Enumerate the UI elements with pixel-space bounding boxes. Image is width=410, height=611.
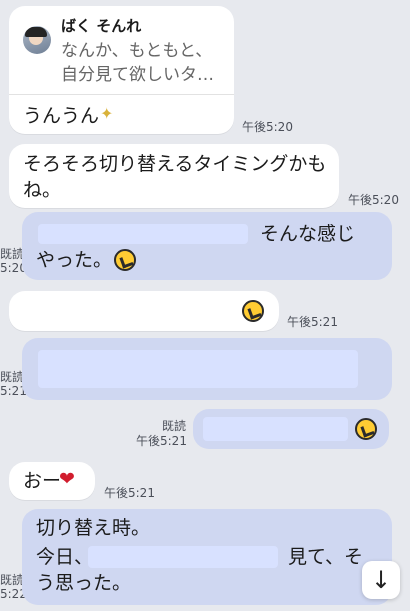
message-text: うんうん bbox=[23, 105, 100, 127]
message-line1: そろそろ切り替えるタイミングかも bbox=[23, 153, 327, 175]
redacted-text bbox=[38, 224, 248, 244]
message-line2-end: 見て、そ bbox=[288, 546, 364, 568]
outgoing-message-bubble[interactable] bbox=[22, 338, 392, 400]
message-timestamp: 午後5:20 bbox=[348, 193, 399, 207]
laughing-emoji-icon bbox=[355, 418, 377, 440]
message-line1: 切り替え時。 bbox=[36, 517, 151, 539]
read-status: 既読 bbox=[0, 370, 25, 384]
message-line3: う思った。 bbox=[36, 572, 132, 594]
redacted-text bbox=[203, 417, 348, 441]
message-timestamp: 午後5:20 bbox=[242, 120, 293, 134]
incoming-message-bubble[interactable] bbox=[9, 291, 279, 331]
outgoing-message-bubble[interactable] bbox=[193, 409, 389, 449]
outgoing-message-bubble[interactable]: そんな感じ やった。 bbox=[22, 212, 392, 280]
message-timestamp: 午後5:21 bbox=[104, 486, 155, 500]
laughing-emoji-icon bbox=[242, 300, 264, 322]
reply-divider bbox=[9, 94, 234, 95]
arrow-down-icon: ↓ bbox=[370, 566, 392, 594]
avatar bbox=[23, 26, 51, 54]
message-timestamp: 午後5:21 bbox=[287, 315, 338, 329]
message-line2: やった。 bbox=[36, 249, 113, 271]
redacted-text bbox=[38, 350, 358, 388]
reply-sender-name: ばく そんれ bbox=[61, 17, 142, 35]
read-status: 既読 bbox=[0, 247, 25, 261]
heart-icon: ❤ bbox=[59, 468, 75, 490]
incoming-message-bubble[interactable]: そろそろ切り替えるタイミングかも ね。 bbox=[9, 144, 339, 208]
message-line2: ね。 bbox=[23, 179, 62, 201]
sparkles-icon: ✦ bbox=[100, 104, 114, 123]
incoming-reply-bubble[interactable]: ばく そんれ なんか、もともと、 自分見て欲しいタ… うんうん ✦ bbox=[9, 6, 234, 134]
reply-snippet-line2: 自分見て欲しいタ… bbox=[61, 65, 214, 85]
read-status: 既読 bbox=[0, 573, 25, 587]
scroll-to-bottom-button[interactable]: ↓ bbox=[362, 561, 400, 599]
message-text-right: そんな感じ bbox=[260, 223, 356, 245]
message-line2-start: 今日、 bbox=[36, 546, 94, 568]
message-text: おー bbox=[23, 470, 62, 492]
incoming-message-bubble[interactable]: おー ❤ bbox=[9, 462, 95, 500]
message-timestamp: 午後5:21 bbox=[136, 434, 187, 448]
laughing-emoji-icon bbox=[114, 249, 136, 271]
reply-snippet-line1: なんか、もともと、 bbox=[61, 41, 213, 61]
redacted-text bbox=[88, 546, 278, 568]
outgoing-message-bubble[interactable]: 切り替え時。 今日、 見て、そ う思った。 bbox=[22, 509, 392, 605]
